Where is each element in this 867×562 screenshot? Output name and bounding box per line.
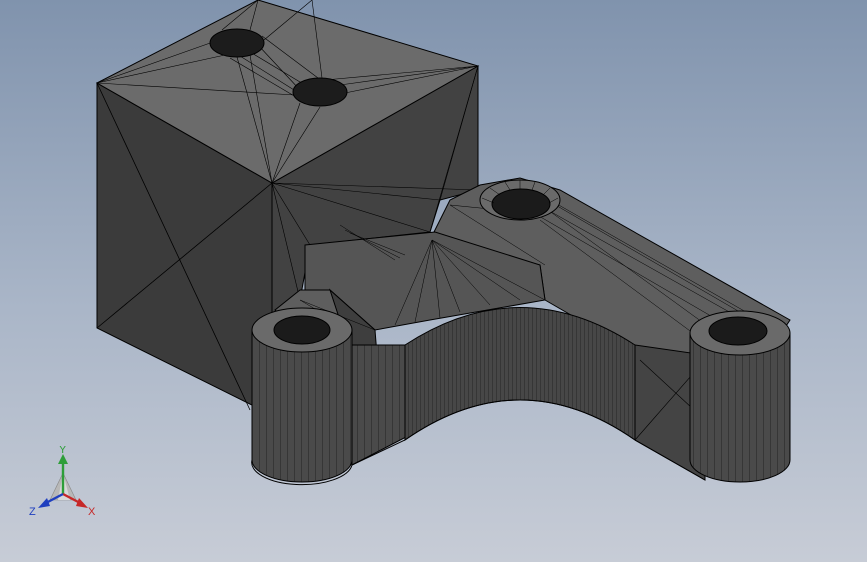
cube-top-hole-1 — [209, 28, 265, 58]
left-boss-hole — [273, 315, 331, 345]
x-axis-arrow-icon — [76, 498, 88, 508]
model-view[interactable] — [0, 0, 867, 562]
z-axis-label: Z — [29, 506, 36, 518]
middle-boss-hole — [491, 188, 551, 220]
cube-top-hole-2 — [292, 77, 348, 107]
bracket-front-wall-left — [351, 344, 411, 466]
right-boss-hole — [708, 316, 768, 346]
y-axis-label: Y — [59, 446, 67, 456]
left-boss-wall — [251, 329, 353, 483]
x-axis-label: X — [88, 506, 96, 518]
view-orientation-triad[interactable]: Y X Z — [24, 446, 104, 526]
graphics-viewport[interactable]: Y X Z — [0, 0, 867, 562]
z-axis-arrow-icon — [38, 498, 50, 508]
